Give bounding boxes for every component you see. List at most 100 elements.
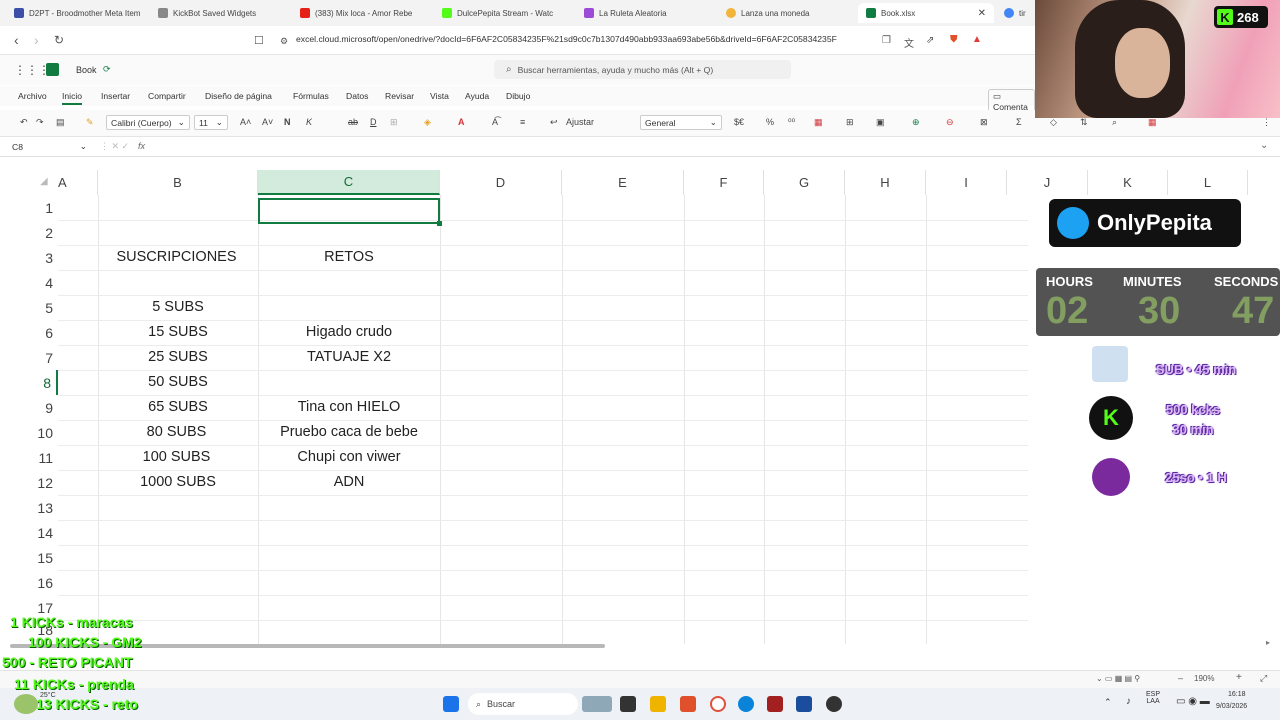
row-header[interactable]: 6: [0, 320, 58, 345]
search-input[interactable]: ⌕ Buscar herramientas, ayuda y mucho más…: [494, 60, 791, 79]
cell-b11[interactable]: 100 SUBS: [98, 444, 255, 469]
percent-icon[interactable]: %: [766, 117, 774, 127]
decrease-font-icon[interactable]: A˅: [262, 117, 273, 127]
cell-b7[interactable]: 25 SUBS: [98, 344, 258, 369]
cell-b12[interactable]: 1000 SUBS: [98, 469, 258, 494]
tab-ayuda[interactable]: Ayuda: [465, 91, 489, 101]
tab-archivo[interactable]: Archivo: [18, 91, 47, 101]
tab-insertar[interactable]: Insertar: [101, 91, 130, 101]
cell-c12[interactable]: ADN: [258, 469, 440, 494]
back-icon[interactable]: ‹: [14, 32, 19, 48]
column-header-l[interactable]: L: [1168, 170, 1248, 195]
tab-inicio[interactable]: Inicio: [62, 91, 83, 105]
more-font-icon[interactable]: A͡: [492, 117, 498, 127]
row-header[interactable]: 4: [0, 270, 58, 295]
vertical-scrollbar[interactable]: [1272, 170, 1278, 644]
cell-b3[interactable]: SUSCRIPCIONES: [98, 244, 255, 269]
windows-start-icon[interactable]: [443, 696, 459, 712]
translate-icon[interactable]: 文: [904, 35, 914, 50]
bookmark-icon[interactable]: ☐: [254, 34, 264, 47]
bold-icon[interactable]: N: [284, 117, 291, 127]
tab-formulas[interactable]: Fórmulas: [293, 91, 329, 101]
wrap-text-icon[interactable]: ↩: [550, 117, 558, 128]
browser-tab[interactable]: tir: [1004, 3, 1034, 23]
font-color-icon[interactable]: A: [458, 117, 465, 127]
sort-filter-icon[interactable]: ⇅: [1080, 117, 1088, 128]
column-header-i[interactable]: I: [926, 170, 1007, 195]
cell-c7[interactable]: TATUAJE X2: [258, 344, 440, 369]
cell-c6[interactable]: Higado crudo: [258, 319, 440, 344]
brave-shield-icon[interactable]: ⛊: [950, 34, 958, 45]
tab-diseno[interactable]: Diseño de página: [205, 91, 272, 101]
wrap-text-label[interactable]: Ajustar: [566, 117, 594, 127]
close-tab-icon[interactable]: ✕: [978, 8, 986, 19]
cancel-icon[interactable]: ⋮ ✕ ✓: [100, 141, 129, 152]
column-header-e[interactable]: E: [562, 170, 684, 195]
tray-chevron-icon[interactable]: ⌃: [1104, 697, 1112, 708]
tab-datos[interactable]: Datos: [346, 91, 368, 101]
fit-icon[interactable]: ⤢: [1260, 673, 1267, 684]
browser-tab[interactable]: Lanza una moneda: [726, 3, 851, 23]
conditional-format-icon[interactable]: ▦: [814, 117, 823, 128]
selected-cell-c8[interactable]: [258, 198, 442, 226]
font-name-select[interactable]: Calibri (Cuerpo) ⌄: [106, 115, 190, 130]
addins-icon[interactable]: ▦: [1148, 117, 1157, 128]
undo-icon[interactable]: ↶: [20, 117, 28, 128]
rewards-icon[interactable]: ▲: [972, 34, 982, 45]
browser-tab-active[interactable]: Book.xlsx ✕: [858, 3, 994, 23]
cell-styles-icon[interactable]: ▣: [876, 117, 885, 128]
row-header[interactable]: 13: [0, 495, 58, 520]
column-header-d[interactable]: D: [440, 170, 562, 195]
underline-icon[interactable]: D: [370, 117, 377, 127]
terminal-icon[interactable]: [620, 696, 636, 712]
name-box[interactable]: C8 ⌄: [8, 139, 90, 154]
tab-compartir[interactable]: Compartir: [148, 91, 186, 101]
browser-tab[interactable]: La Ruleta Aleatoria: [584, 3, 714, 23]
reload-icon[interactable]: ↻: [54, 33, 64, 47]
redo-icon[interactable]: ↷: [36, 117, 44, 128]
store-icon[interactable]: [796, 696, 812, 712]
row-header[interactable]: 2: [0, 220, 58, 245]
delete-cells-icon[interactable]: ⊖: [946, 117, 954, 128]
browser-tab[interactable]: (383) Mix loca - Amor Rebe: [300, 3, 430, 23]
file-explorer-icon[interactable]: [650, 696, 666, 712]
tab-revisar[interactable]: Revisar: [385, 91, 414, 101]
borders-icon[interactable]: ⊞: [390, 117, 398, 128]
browser-tab[interactable]: DulcePepita Stream - Watc: [442, 3, 572, 23]
row-header[interactable]: 10: [0, 420, 58, 445]
column-header-c[interactable]: C: [258, 170, 440, 195]
italic-icon[interactable]: K: [306, 117, 312, 127]
find-icon[interactable]: ⌕: [1112, 117, 1117, 128]
cell-b6[interactable]: 15 SUBS: [98, 319, 258, 344]
cell-c9[interactable]: Tina con HIELO: [258, 394, 440, 419]
url-field[interactable]: excel.cloud.microsoft/open/onedrive/?doc…: [296, 34, 837, 44]
network-icon[interactable]: ▭ ◉ ▬: [1176, 696, 1210, 707]
brave-browser-icon[interactable]: [680, 696, 696, 712]
cell-c10[interactable]: Pruebo caca de bebe: [258, 419, 440, 444]
clock-time[interactable]: 16:18: [1228, 691, 1246, 698]
column-header-a[interactable]: A: [58, 170, 98, 195]
forward-icon[interactable]: ›: [34, 32, 39, 48]
column-header-g[interactable]: G: [764, 170, 845, 195]
taskbar-search[interactable]: ⌕ Buscar: [468, 693, 578, 715]
site-info-icon[interactable]: ⚙: [280, 36, 288, 47]
cell-c11[interactable]: Chupi con viwer: [258, 444, 440, 469]
share-icon[interactable]: ⇗: [926, 35, 934, 46]
select-all-corner[interactable]: ◢: [0, 170, 58, 195]
cell-c3[interactable]: RETOS: [258, 244, 440, 269]
insert-cells-icon[interactable]: ⊕: [912, 117, 920, 128]
obs-icon[interactable]: [826, 696, 842, 712]
row-header[interactable]: 16: [0, 570, 58, 595]
currency-icon[interactable]: $€: [734, 117, 744, 127]
row-header[interactable]: 12: [0, 470, 58, 495]
book-name[interactable]: Book: [76, 65, 97, 75]
fill-color-icon[interactable]: ◈: [424, 117, 431, 128]
strikethrough-icon[interactable]: ab: [348, 117, 358, 127]
more-options-icon[interactable]: ⋮: [1262, 117, 1271, 128]
row-header[interactable]: 5: [0, 295, 58, 320]
cell-b8[interactable]: 50 SUBS: [98, 369, 258, 394]
font-size-select[interactable]: 11 ⌄: [194, 115, 228, 130]
row-header[interactable]: 3: [0, 245, 58, 270]
cell-b9[interactable]: 65 SUBS: [98, 394, 258, 419]
language-indicator[interactable]: ESP LAA: [1146, 691, 1160, 705]
